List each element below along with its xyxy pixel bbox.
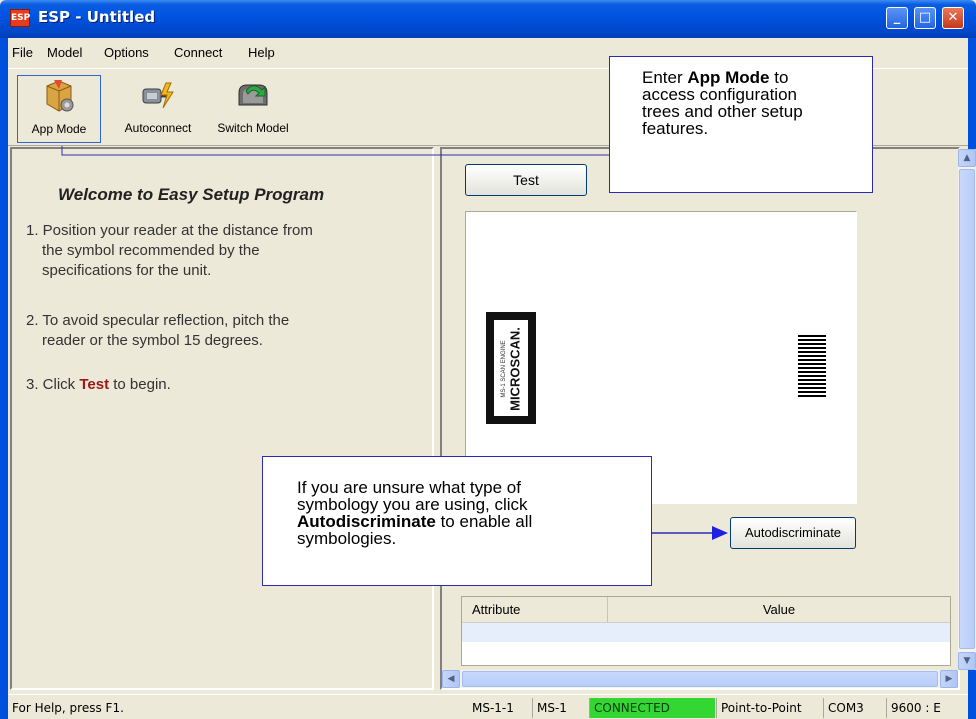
test-pane: Test MS-1 SCAN ENGINE MICROSCAN. Autodis… — [440, 147, 976, 690]
status-model-2: MS-1 — [532, 698, 571, 718]
status-mode: Point-to-Point — [716, 698, 806, 718]
title-bar[interactable]: ESP ESP - Untitled _ □ ✕ — [0, 0, 976, 38]
maximize-button[interactable]: □ — [914, 7, 936, 29]
callout-appmode-line-3: trees and other setup — [642, 102, 803, 121]
vertical-scrollbar[interactable]: ▲ ▼ — [958, 149, 976, 670]
callout-appmode-line-2: access configuration — [642, 85, 797, 104]
close-button[interactable]: ✕ — [942, 7, 964, 29]
welcome-pane: Welcome to Easy Setup Program 1. Positio… — [10, 147, 434, 690]
app-icon[interactable]: ESP — [10, 9, 30, 27]
callout-autodisc-line-2: symbology you are using, click — [297, 495, 528, 514]
minimize-button[interactable]: _ — [886, 7, 908, 29]
scroll-left-icon[interactable]: ◀ — [442, 670, 460, 688]
step-2: 2. To avoid specular reflection, pitch t… — [26, 311, 289, 351]
step-2-line-1: 2. To avoid specular reflection, pitch t… — [26, 312, 290, 329]
step-1: 1. Position your reader at the distance … — [26, 221, 313, 281]
callout-appmode-line-4: features. — [642, 119, 709, 138]
menu-options[interactable]: Options — [104, 45, 149, 60]
callout-autodisc-line-4: symbologies. — [297, 529, 397, 548]
status-help-text: For Help, press F1. — [12, 701, 124, 715]
autodiscriminate-callout: If you are unsure what type of symbology… — [262, 456, 652, 586]
app-mode-icon — [46, 80, 74, 112]
barcode-icon — [798, 335, 826, 399]
step-1-line-2: the symbol recommended by the — [42, 242, 260, 259]
step-1-line-3: specifications for the unit. — [42, 262, 212, 279]
autoconnect-label: Autoconnect — [124, 121, 192, 135]
horizontal-scroll-thumb[interactable] — [462, 671, 938, 687]
scanner-subtitle: MS-1 SCAN ENGINE — [501, 340, 507, 398]
vertical-scroll-thumb[interactable] — [959, 169, 975, 649]
status-model-1: MS-1-1 — [472, 701, 514, 715]
attribute-table-header: Attribute Value — [462, 597, 950, 623]
step-3-suffix: to begin. — [109, 376, 171, 393]
table-row[interactable] — [462, 623, 950, 642]
step-3-test-word: Test — [79, 376, 110, 393]
attribute-table[interactable]: Attribute Value — [461, 596, 951, 666]
menu-file[interactable]: File — [12, 45, 33, 60]
column-header-attribute[interactable]: Attribute — [462, 597, 608, 622]
status-port: COM3 — [823, 698, 868, 718]
autoconnect-icon — [142, 82, 174, 109]
app-mode-callout: Enter App Mode to access configuration t… — [609, 56, 873, 193]
status-baud: 9600 : E — [886, 698, 945, 718]
welcome-title: Welcome to Easy Setup Program — [58, 185, 325, 204]
switch-model-label: Switch Model — [217, 121, 289, 135]
app-mode-label: App Mode — [31, 122, 87, 136]
step-3: 3. Click Test to begin. — [26, 375, 171, 395]
scroll-right-icon[interactable]: ▶ — [940, 670, 958, 688]
switch-model-button[interactable]: Switch Model — [208, 75, 298, 143]
callout-appmode-line-1: Enter App Mode to — [642, 68, 789, 87]
menu-connect[interactable]: Connect — [174, 45, 222, 60]
window-frame-left — [0, 38, 8, 719]
menu-model[interactable]: Model — [47, 45, 82, 60]
step-2-line-2: reader or the symbol 15 degrees. — [42, 332, 263, 349]
app-mode-button[interactable]: App Mode — [17, 75, 101, 143]
test-button[interactable]: Test — [465, 164, 587, 196]
switch-model-icon — [238, 84, 268, 106]
step-1-line-1: 1. Position your reader at the distance … — [26, 222, 313, 239]
scroll-up-icon[interactable]: ▲ — [958, 149, 976, 167]
menu-help[interactable]: Help — [248, 45, 275, 60]
autoconnect-button[interactable]: Autoconnect — [112, 75, 204, 143]
column-header-value[interactable]: Value — [608, 597, 950, 622]
scroll-down-icon[interactable]: ▼ — [958, 652, 976, 670]
window-title: ESP - Untitled — [38, 8, 156, 26]
autodiscriminate-button[interactable]: Autodiscriminate — [730, 517, 856, 549]
callout-autodisc-line-1: If you are unsure what type of — [297, 478, 521, 497]
scanner-label-area: MS-1 SCAN ENGINE MICROSCAN. — [494, 320, 528, 416]
scanner-brand: MICROSCAN. — [507, 327, 523, 411]
step-3-prefix: 3. Click — [26, 376, 80, 393]
horizontal-scrollbar[interactable]: ◀ ▶ — [442, 670, 958, 688]
status-connected-badge: CONNECTED — [589, 698, 715, 718]
callout-autodisc-line-3: Autodiscriminate to enable all — [297, 512, 533, 531]
scanner-image: MS-1 SCAN ENGINE MICROSCAN. — [486, 312, 536, 424]
status-bar: For Help, press F1. MS-1-1 MS-1 CONNECTE… — [8, 694, 968, 719]
